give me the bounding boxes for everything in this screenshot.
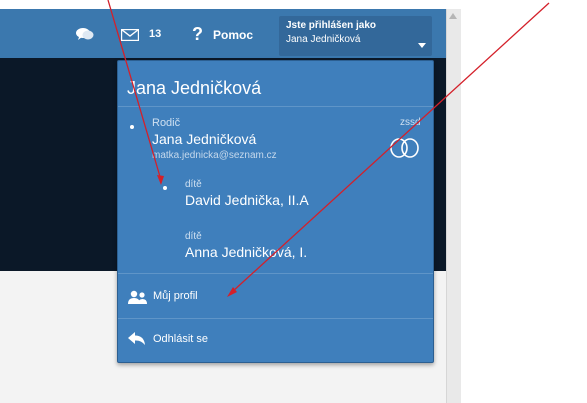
child-role: dítě [185, 179, 202, 190]
switch-user-icon[interactable] [389, 137, 421, 159]
divider [118, 106, 433, 107]
user-dropdown-menu: Jana Jedničková Rodič zssd Jana Jedničko… [117, 60, 434, 363]
child-name: David Jednička, II.A [185, 192, 309, 208]
child-item[interactable]: dítě David Jednička, II.A [185, 179, 405, 215]
menu-header-name: Jana Jedničková [127, 78, 262, 98]
help-button[interactable]: ? Pomoc [192, 24, 264, 44]
parent-email: matka.jednicka@seznam.cz [152, 150, 277, 161]
scroll-up-arrow-icon[interactable] [449, 13, 457, 19]
chat-bubble-icon[interactable] [76, 27, 94, 41]
reply-arrow-icon [128, 332, 145, 345]
child-item[interactable]: dítě Anna Jedničková, I. [185, 231, 405, 267]
message-count: 13 [149, 28, 162, 40]
chevron-down-icon [418, 43, 426, 48]
child-name: Anna Jedničková, I. [185, 244, 308, 260]
logout-link[interactable]: Odhlásit se [118, 319, 433, 361]
parent-account[interactable]: Jana Jedničková matka.jednicka@seznam.cz [152, 131, 382, 165]
my-profile-label: Můj profil [153, 290, 198, 302]
bullet-icon [163, 186, 167, 190]
child-role: dítě [185, 231, 202, 242]
my-profile-link[interactable]: Můj profil [118, 274, 433, 318]
messages-button[interactable]: 13 [121, 28, 165, 44]
bullet-icon [130, 125, 134, 129]
user-menu-toggle[interactable]: Jste přihlášen jako Jana Jedničková [279, 16, 432, 56]
envelope-icon [121, 29, 139, 41]
help-label: Pomoc [213, 28, 254, 42]
vertical-scrollbar[interactable] [446, 9, 461, 403]
parent-tag: zssd [400, 117, 421, 128]
logged-in-name: Jana Jedničková [286, 34, 361, 45]
users-icon [128, 290, 147, 304]
logged-in-title: Jste přihlášen jako [286, 20, 377, 31]
parent-name: Jana Jedničková [152, 131, 257, 147]
parent-role: Rodič [152, 117, 181, 129]
question-icon: ? [192, 24, 203, 44]
logout-label: Odhlásit se [153, 333, 209, 345]
